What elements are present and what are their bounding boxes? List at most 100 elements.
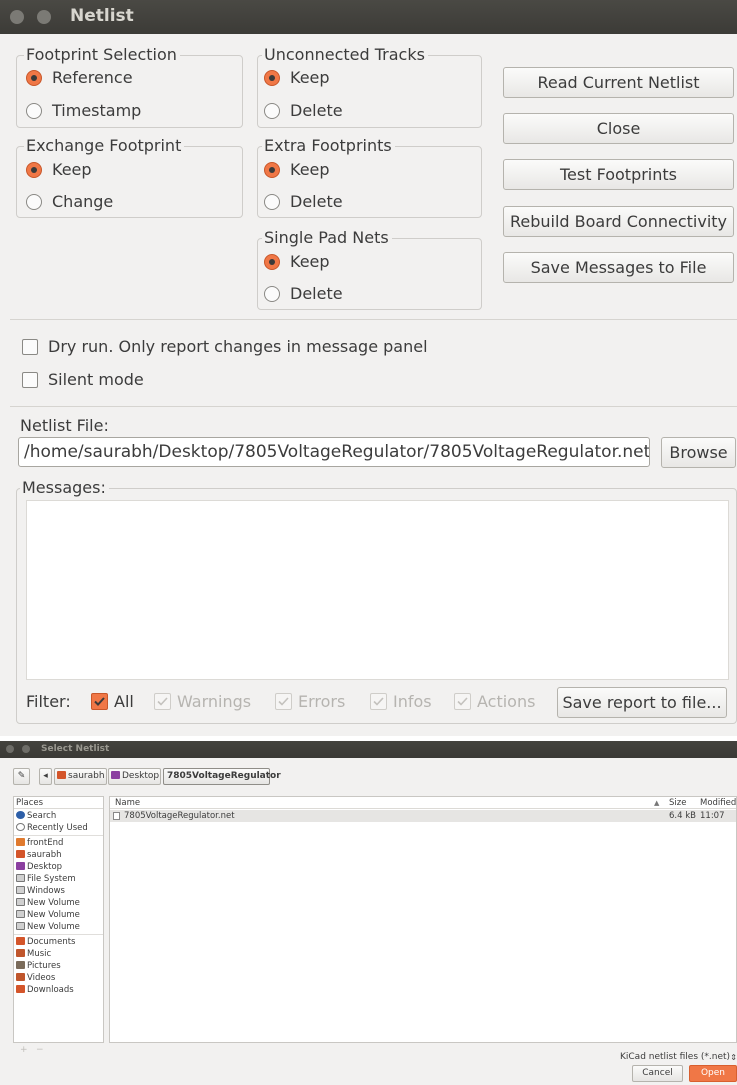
place-search[interactable]: Search bbox=[16, 810, 56, 822]
place-file-system-label: File System bbox=[27, 874, 76, 884]
place-downloads-label: Downloads bbox=[27, 985, 74, 995]
place-desktop[interactable]: Desktop bbox=[16, 861, 62, 873]
place-documents[interactable]: Documents bbox=[16, 936, 75, 948]
place-search-label: Search bbox=[27, 811, 57, 821]
radio-exchange-keep-label: Keep bbox=[52, 160, 92, 179]
drive-icon bbox=[16, 898, 25, 906]
column-name-header[interactable]: Name bbox=[115, 797, 140, 809]
browse-button[interactable]: Browse bbox=[661, 437, 736, 468]
place-recently-used[interactable]: Recently Used bbox=[16, 822, 88, 834]
filter-infos-label: Infos bbox=[393, 692, 432, 711]
place-music[interactable]: Music bbox=[16, 948, 51, 960]
path-saurabh-button[interactable]: saurabh bbox=[54, 768, 107, 785]
unconnected-tracks-label: Unconnected Tracks bbox=[262, 46, 428, 64]
save-messages-button[interactable]: Save Messages to File bbox=[503, 252, 734, 283]
cancel-button[interactable]: Cancel bbox=[632, 1065, 683, 1082]
drive-icon bbox=[16, 910, 25, 918]
file-list-header: Name ▲ Size Modified bbox=[110, 797, 736, 809]
radio-tracks-delete-label: Delete bbox=[290, 101, 343, 120]
open-button[interactable]: Open bbox=[689, 1065, 737, 1082]
remove-bookmark-icon[interactable]: − bbox=[36, 1045, 44, 1055]
close-window-icon[interactable] bbox=[6, 745, 14, 753]
radio-extra-keep-label: Keep bbox=[290, 160, 330, 179]
radio-tracks-keep-label: Keep bbox=[290, 68, 330, 87]
minimize-window-icon[interactable] bbox=[22, 745, 30, 753]
select-netlist-window: Select Netlist ✎ ◂ saurabh Desktop 7805V… bbox=[0, 741, 737, 1085]
filter-errors-box bbox=[275, 693, 292, 710]
close-window-icon[interactable] bbox=[10, 10, 24, 24]
radio-reference-indicator bbox=[26, 70, 42, 86]
separator bbox=[10, 406, 737, 407]
place-documents-label: Documents bbox=[27, 937, 76, 947]
clock-icon bbox=[16, 823, 25, 831]
exchange-footprint-group bbox=[16, 146, 243, 218]
file-row[interactable]: 7805VoltageRegulator.net 6.4 kB 11:07 bbox=[110, 810, 736, 822]
drive-icon bbox=[16, 874, 25, 882]
place-file-system[interactable]: File System bbox=[16, 873, 76, 885]
netlist-window: Netlist Footprint Selection Reference Ti… bbox=[0, 0, 737, 736]
messages-panel[interactable] bbox=[26, 500, 729, 680]
place-frontend[interactable]: frontEnd bbox=[16, 837, 63, 849]
sort-ascending-icon: ▲ bbox=[654, 799, 660, 807]
close-button[interactable]: Close bbox=[503, 113, 734, 144]
column-modified-header[interactable]: Modified bbox=[700, 797, 736, 809]
place-recently-used-label: Recently Used bbox=[27, 823, 88, 833]
place-new-volume-3-label: New Volume bbox=[27, 922, 80, 932]
test-footprints-button[interactable]: Test Footprints bbox=[503, 159, 734, 190]
edit-location-button[interactable]: ✎ bbox=[13, 768, 30, 785]
drive-icon bbox=[16, 886, 25, 894]
place-videos[interactable]: Videos bbox=[16, 972, 55, 984]
places-header-label: Places bbox=[16, 798, 44, 808]
radio-timestamp-indicator bbox=[26, 103, 42, 119]
extra-footprints-label: Extra Footprints bbox=[262, 137, 395, 155]
column-size-header[interactable]: Size bbox=[669, 797, 686, 809]
documents-icon bbox=[16, 937, 25, 945]
place-saurabh[interactable]: saurabh bbox=[16, 849, 62, 861]
filter-actions-box bbox=[454, 693, 471, 710]
place-windows[interactable]: Windows bbox=[16, 885, 65, 897]
place-downloads[interactable]: Downloads bbox=[16, 984, 74, 996]
path-desktop-label: Desktop bbox=[122, 771, 160, 781]
radio-tracks-keep-indicator bbox=[264, 70, 280, 86]
radio-exchange-keep-indicator bbox=[26, 162, 42, 178]
radio-exchange-change-label: Change bbox=[52, 192, 114, 211]
radio-singlepad-keep-indicator bbox=[264, 254, 280, 270]
file-type-select-label: KiCad netlist files (*.net) bbox=[620, 1052, 731, 1062]
filter-warnings-box bbox=[154, 693, 171, 710]
save-report-button[interactable]: Save report to file... bbox=[557, 687, 727, 718]
place-new-volume-2[interactable]: New Volume bbox=[16, 909, 80, 921]
place-new-volume-1[interactable]: New Volume bbox=[16, 897, 80, 909]
select-window-title: Select Netlist bbox=[41, 744, 110, 754]
place-windows-label: Windows bbox=[27, 886, 65, 896]
path-back-button[interactable]: ◂ bbox=[39, 768, 52, 785]
radio-extra-keep-indicator bbox=[264, 162, 280, 178]
path-current-folder-label: 7805VoltageRegulator bbox=[167, 771, 281, 781]
file-list-pane: Name ▲ Size Modified 7805VoltageRegulato… bbox=[109, 796, 737, 1043]
read-current-netlist-button[interactable]: Read Current Netlist bbox=[503, 67, 734, 98]
places-divider bbox=[14, 835, 103, 836]
place-new-volume-3[interactable]: New Volume bbox=[16, 921, 80, 933]
select-titlebar: Select Netlist bbox=[0, 741, 737, 758]
file-size: 6.4 kB bbox=[669, 811, 696, 821]
rebuild-board-connectivity-button[interactable]: Rebuild Board Connectivity bbox=[503, 206, 734, 237]
downloads-icon bbox=[16, 985, 25, 993]
filter-label: Filter: bbox=[26, 692, 71, 711]
places-header: Places bbox=[14, 797, 103, 809]
filter-errors-label: Errors bbox=[298, 692, 346, 711]
radio-extra-delete-indicator bbox=[264, 194, 280, 210]
netlist-file-input[interactable]: /home/saurabh/Desktop/7805VoltageRegulat… bbox=[18, 437, 650, 467]
chevron-updown-icon: ⇕ bbox=[730, 1053, 737, 1062]
add-bookmark-icon[interactable]: + bbox=[20, 1045, 28, 1055]
place-frontend-label: frontEnd bbox=[27, 838, 64, 848]
silent-mode-checkbox-box bbox=[22, 372, 38, 388]
radio-singlepad-delete-indicator bbox=[264, 286, 280, 302]
window-title: Netlist bbox=[70, 6, 134, 26]
place-pictures[interactable]: Pictures bbox=[16, 960, 61, 972]
dry-run-checkbox-box bbox=[22, 339, 38, 355]
videos-icon bbox=[16, 973, 25, 981]
path-current-folder-button[interactable]: 7805VoltageRegulator bbox=[163, 768, 281, 785]
path-desktop-button[interactable]: Desktop bbox=[108, 768, 161, 785]
exchange-footprint-label: Exchange Footprint bbox=[24, 137, 185, 155]
minimize-window-icon[interactable] bbox=[37, 10, 51, 24]
separator bbox=[10, 319, 737, 320]
